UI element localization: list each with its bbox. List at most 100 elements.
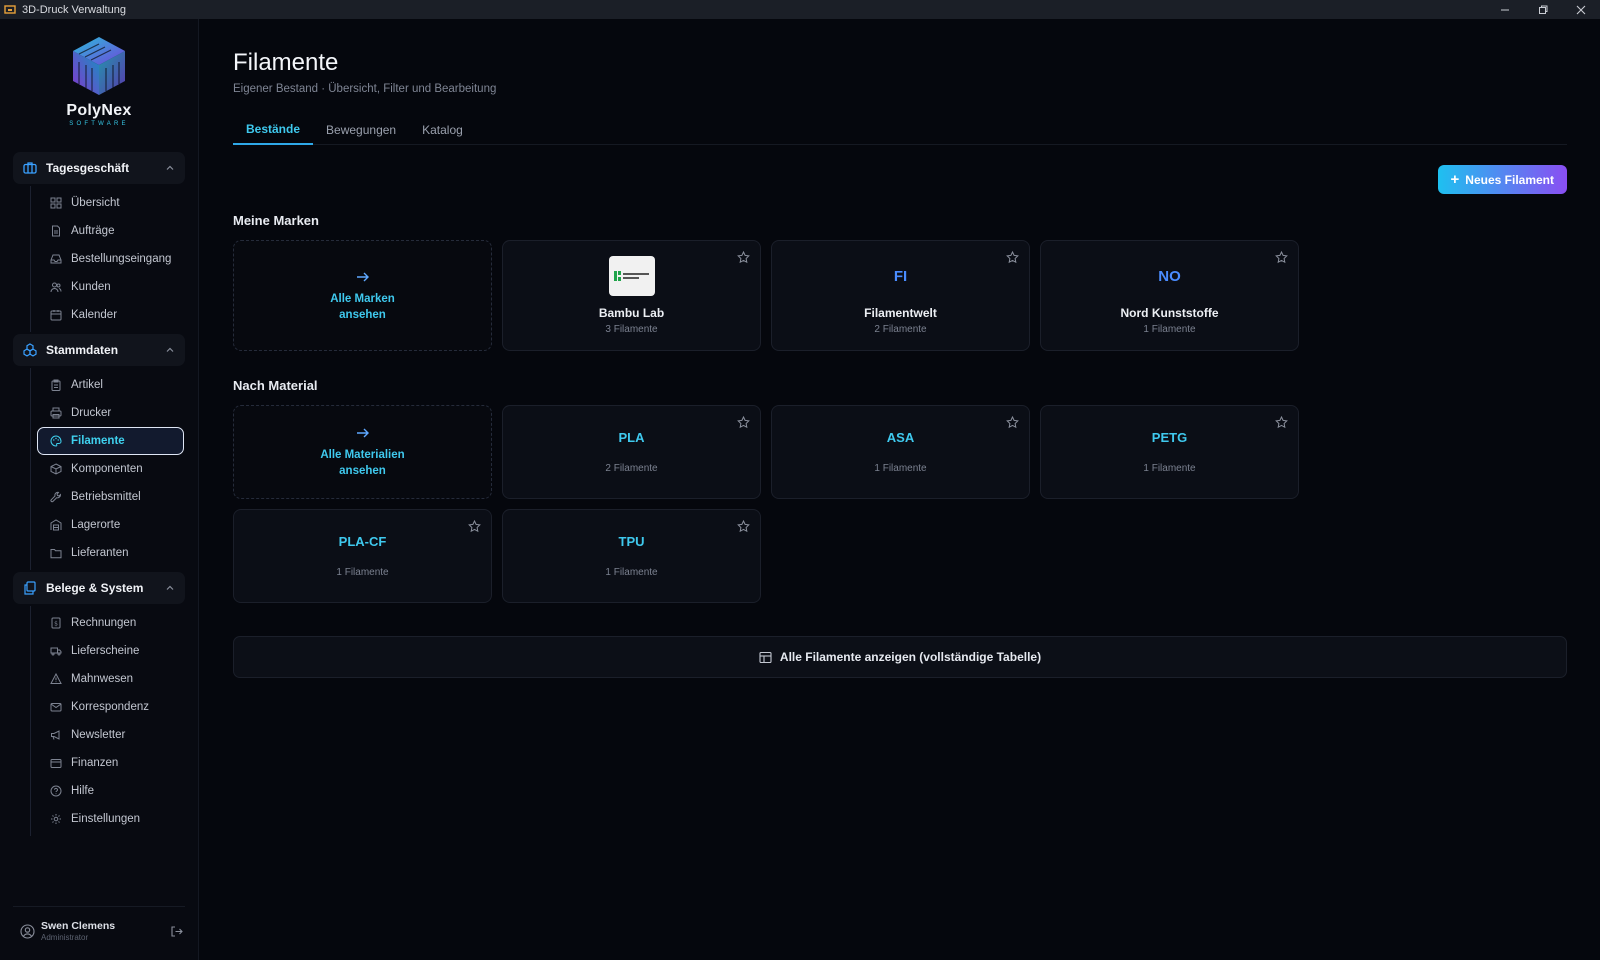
brand-name: Bambu Lab [598,306,665,320]
palette-icon [50,435,62,447]
polynex-logo-icon [73,37,125,95]
toolbar: + Neues Filament [233,165,1567,194]
briefcase-icon [23,162,37,174]
boxes-icon [23,343,37,357]
documents-icon [24,581,36,595]
new-filament-button[interactable]: + Neues Filament [1437,165,1567,194]
sidebar-item-mahnwesen[interactable]: Mahnwesen [37,665,184,693]
material-card-pla-cf[interactable]: PLA-CF 1 Filamente [233,509,492,603]
material-card-pla[interactable]: PLA 2 Filamente [502,405,761,499]
sidebar-item-auftraege[interactable]: Aufträge [37,217,184,245]
logout-icon[interactable] [170,925,183,938]
brand-card-nord-kunststoffe[interactable]: NO Nord Kunststoffe 1 Filamente [1040,240,1299,351]
chevron-up-icon [166,347,174,352]
material-name: PLA [618,430,645,445]
sidebar-item-drucker[interactable]: Drucker [37,399,184,427]
star-icon[interactable] [737,416,750,429]
warning-icon [50,673,62,684]
sidebar-item-lieferanten[interactable]: Lieferanten [37,539,184,567]
sidebar-item-label: Mahnwesen [71,673,134,685]
section-label: Stammdaten [46,343,119,357]
sidebar-item-komponenten[interactable]: Komponenten [37,455,184,483]
sidebar-item-label: Lagerorte [71,519,121,531]
material-card-tpu[interactable]: TPU 1 Filamente [502,509,761,603]
brand-name: Filamentwelt [864,306,937,320]
sidebar-item-label: Übersicht [71,197,120,209]
truck-icon [50,647,62,656]
material-card-petg[interactable]: PETG 1 Filamente [1040,405,1299,499]
material-count: 1 Filamente [1143,463,1196,474]
sidebar-item-lieferscheine[interactable]: Lieferscheine [37,637,184,665]
package-icon [50,463,62,475]
sidebar-item-label: Korrespondenz [71,701,149,713]
material-name: PLA-CF [338,534,387,549]
wallet-icon [50,759,62,768]
tab-bestaende[interactable]: Bestände [233,114,314,145]
brand-card-bambu-lab[interactable]: Bambu Lab 3 Filamente [502,240,761,351]
user-panel: Swen Clemens Administrator [13,906,185,942]
sidebar-item-label: Aufträge [71,225,115,237]
section-tagesgeschaeft: Tagesgeschäft Übersicht Aufträge Bestell… [13,152,185,332]
sidebar-item-filamente[interactable]: Filamente [37,427,184,455]
section-items: Artikel Drucker Filamente Komponenten Be… [30,368,185,570]
close-button[interactable] [1562,0,1600,19]
sidebar-item-finanzen[interactable]: Finanzen [37,749,184,777]
all-materials-card[interactable]: Alle Materialien ansehen [233,405,492,499]
show-all-filaments-label: Alle Filamente anzeigen (vollständige Ta… [779,650,1042,664]
all-materials-label-line1: Alle Materialien [320,449,405,461]
section-header-tagesgeschaeft[interactable]: Tagesgeschäft [13,152,185,184]
section-items: Übersicht Aufträge Bestellungseingang Ku… [30,186,185,332]
star-icon[interactable] [1006,416,1019,429]
sidebar-item-newsletter[interactable]: Newsletter [37,721,184,749]
section-label: Belege & System [46,581,144,595]
brand-count: 3 Filamente [605,324,658,335]
sidebar-item-label: Rechnungen [71,617,137,629]
material-count: 2 Filamente [605,463,658,474]
title-bar: 3D-Druck Verwaltung [0,0,1600,19]
brands-section-title: Meine Marken [233,213,319,228]
sidebar-item-lagerorte[interactable]: Lagerorte [37,511,184,539]
sidebar-item-bestellungseingang[interactable]: Bestellungseingang [37,245,184,273]
all-brands-label: Alle Marken ansehen [330,291,395,323]
minimize-button[interactable] [1486,0,1524,19]
star-icon[interactable] [1006,251,1019,264]
new-filament-label: Neues Filament [1465,172,1554,187]
sidebar-item-kalender[interactable]: Kalender [37,301,184,329]
star-icon[interactable] [468,520,481,533]
brand-subtitle: SOFTWARE [69,121,129,127]
document-icon [52,225,60,237]
sidebar-item-artikel[interactable]: Artikel [37,371,184,399]
sidebar-item-einstellungen[interactable]: Einstellungen [37,805,184,833]
material-count: 1 Filamente [605,567,658,578]
restore-button[interactable] [1524,0,1562,19]
section-items: $ Rechnungen Lieferscheine Mahnwesen Kor… [30,606,185,836]
sidebar-item-hilfe[interactable]: Hilfe [37,777,184,805]
sidebar-item-rechnungen[interactable]: $ Rechnungen [37,609,184,637]
all-materials-label-line2: ansehen [339,465,386,477]
tab-katalog[interactable]: Katalog [409,114,476,145]
show-all-filaments-button[interactable]: Alle Filamente anzeigen (vollständige Ta… [233,636,1567,678]
sidebar-item-uebersicht[interactable]: Übersicht [37,189,184,217]
section-header-stammdaten[interactable]: Stammdaten [13,334,185,366]
sidebar: PolyNex SOFTWARE Tagesgeschäft Übersicht… [0,19,199,960]
material-card-asa[interactable]: ASA 1 Filamente [771,405,1030,499]
sidebar-item-label: Newsletter [71,729,126,741]
section-header-belege-system[interactable]: Belege & System [13,572,185,604]
star-icon[interactable] [737,251,750,264]
wrench-icon [50,491,61,503]
sidebar-item-kunden[interactable]: Kunden [37,273,184,301]
sidebar-item-betriebsmittel[interactable]: Betriebsmittel [37,483,184,511]
star-icon[interactable] [1275,251,1288,264]
brand-count: 2 Filamente [874,324,927,335]
sidebar-item-korrespondenz[interactable]: Korrespondenz [37,693,184,721]
tab-bar: Bestände Bewegungen Katalog [233,114,1567,145]
window-title: 3D-Druck Verwaltung [22,3,126,16]
all-brands-card[interactable]: Alle Marken ansehen [233,240,492,351]
star-icon[interactable] [1275,416,1288,429]
brand-initials: FI [893,267,908,285]
user-name: Swen Clemens [41,920,116,932]
brand-card-filamentwelt[interactable]: FI Filamentwelt 2 Filamente [771,240,1030,351]
star-icon[interactable] [737,520,750,533]
chevron-up-icon [166,165,174,170]
tab-bewegungen[interactable]: Bewegungen [313,114,409,145]
